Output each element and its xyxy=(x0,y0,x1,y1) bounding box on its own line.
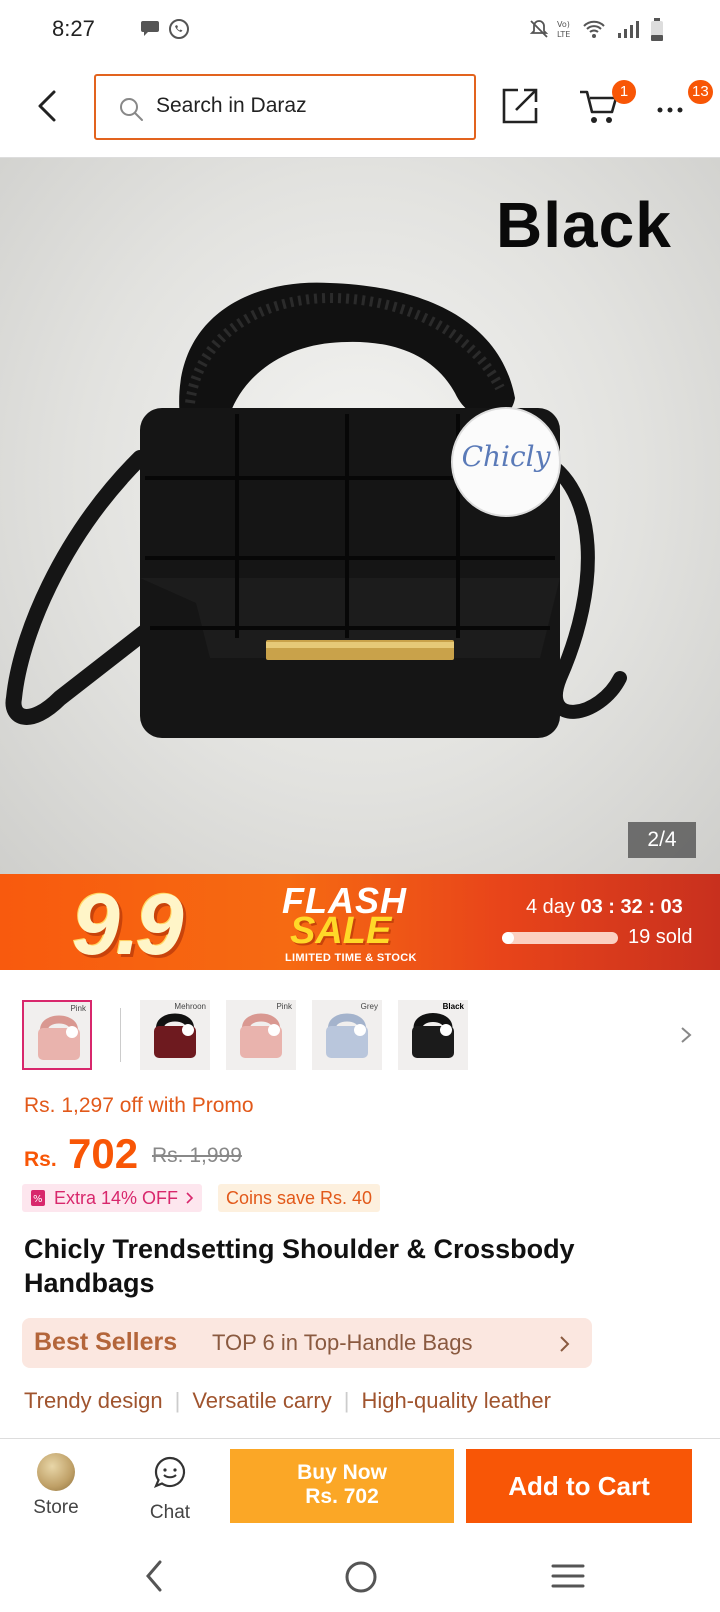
system-back-icon[interactable] xyxy=(140,1558,170,1594)
thumbnail-label: Grey xyxy=(360,1002,378,1011)
current-price: 702 xyxy=(68,1130,139,1177)
feature-separator: | xyxy=(174,1388,181,1413)
status-bar: 8:27 Vo) LTE xyxy=(0,0,720,58)
flash-sale-banner[interactable]: 9.9 FLASH SALE LIMITED TIME & STOCK 4 da… xyxy=(0,874,720,970)
thumbnail-label: Pink xyxy=(70,1004,86,1013)
countdown-days: 4 day xyxy=(526,896,575,918)
chat-label: Chat xyxy=(149,1502,191,1523)
thumbnail-pink[interactable]: Pink xyxy=(226,1000,296,1070)
price-currency: Rs. xyxy=(24,1148,57,1171)
product-image-carousel[interactable]: Black Chicly 2/4 xyxy=(0,158,720,874)
store-button[interactable]: Store xyxy=(20,1453,92,1533)
sold-progress-bar xyxy=(502,932,618,944)
thumbnail-label: Black xyxy=(442,1002,464,1011)
thumbnail-mehroon[interactable]: Mehroon xyxy=(140,1000,210,1070)
mute-icon xyxy=(529,20,549,38)
search-placeholder: Search in Daraz xyxy=(156,94,307,117)
wifi-icon xyxy=(583,20,605,38)
best-sellers-label: Best Sellers xyxy=(34,1328,178,1356)
flash-sale-title-2: SALE xyxy=(290,910,392,952)
svg-text:LTE: LTE xyxy=(557,30,570,39)
handbag-image xyxy=(5,282,627,738)
extra-discount-label: Extra 14% OFF xyxy=(54,1188,179,1208)
feature-highlights: Trendy design | Versatile carry | High-quali… xyxy=(24,1388,551,1414)
original-price: Rs. 1,999 xyxy=(152,1144,242,1167)
signal-icon xyxy=(618,21,639,38)
system-menu-icon[interactable] xyxy=(550,1562,586,1590)
extra-discount-tag[interactable]: % Extra 14% OFF xyxy=(22,1184,203,1212)
chat-button[interactable]: Chat xyxy=(134,1453,206,1533)
store-logo xyxy=(37,1453,75,1491)
chat-icon xyxy=(153,1456,186,1489)
back-arrow-icon[interactable] xyxy=(30,86,66,126)
chevron-right-icon xyxy=(186,1192,194,1204)
feature-item: Trendy design xyxy=(24,1388,163,1413)
thumbnail-grey[interactable]: Grey xyxy=(312,1000,382,1070)
flash-sale-subtitle: LIMITED TIME & STOCK xyxy=(285,952,417,964)
best-sellers-bar[interactable]: Best Sellers TOP 6 in Top-Handle Bags xyxy=(22,1318,592,1368)
promo-discount-text: Rs. 1,297 off with Promo xyxy=(24,1094,254,1117)
top-navigation: Search in Daraz 1 13 xyxy=(0,58,720,158)
bottom-action-bar: Store Chat Buy Now Rs. 702 Add to Cart xyxy=(0,1438,720,1540)
thumbnail-label: Pink xyxy=(276,1002,292,1011)
cart-count-badge: 1 xyxy=(612,80,636,104)
best-sellers-rank: TOP 6 in Top-Handle Bags xyxy=(212,1330,473,1355)
feature-item: High-quality leather xyxy=(361,1388,551,1413)
feature-item: Versatile carry xyxy=(192,1388,332,1413)
sold-progress-fill xyxy=(502,932,514,944)
search-icon xyxy=(120,98,143,121)
notification-count-badge: 13 xyxy=(688,80,713,104)
brand-tag: Chicly xyxy=(461,440,551,473)
buy-now-price: Rs. 702 xyxy=(305,1485,379,1508)
status-time: 8:27 xyxy=(52,16,95,41)
countdown-time: 03 : 32 : 03 xyxy=(580,896,683,918)
store-label: Store xyxy=(33,1497,79,1518)
whatsapp-icon xyxy=(169,19,189,39)
chevron-right-icon xyxy=(560,1336,570,1352)
thumbnail-label: Mehroon xyxy=(174,1002,206,1011)
svg-text:%: % xyxy=(33,1194,43,1205)
thumbnail-pink-selected[interactable]: Pink xyxy=(22,1000,92,1070)
voucher-icon: % xyxy=(31,1190,45,1206)
product-title: Chicly Trendsetting Shoulder & Crossbody… xyxy=(24,1234,575,1298)
svg-text:Vo): Vo) xyxy=(557,20,570,29)
campaign-logo: 9.9 xyxy=(72,877,184,970)
volte-icon: Vo) LTE xyxy=(557,20,570,39)
search-input[interactable]: Search in Daraz xyxy=(94,74,476,140)
thumbnail-divider xyxy=(120,1008,121,1062)
system-home-icon[interactable] xyxy=(344,1560,378,1594)
buy-now-button[interactable]: Buy Now Rs. 702 xyxy=(230,1449,454,1523)
more-options-icon[interactable] xyxy=(654,88,690,124)
thumbnail-black[interactable]: Black xyxy=(398,1000,468,1070)
feature-separator: | xyxy=(343,1388,350,1413)
image-counter: 2/4 xyxy=(628,822,696,858)
add-to-cart-button[interactable]: Add to Cart xyxy=(466,1449,692,1523)
variant-thumbnails: Pink Mehroon Pink Grey Black xyxy=(0,996,720,1072)
system-navigation-bar xyxy=(0,1540,720,1612)
chevron-right-icon[interactable] xyxy=(676,1020,696,1050)
battery-icon xyxy=(651,18,663,41)
sold-count: 19 sold xyxy=(628,926,693,948)
buy-now-label: Buy Now xyxy=(297,1461,387,1484)
countdown-timer: 4 day 03 : 32 : 03 xyxy=(526,896,683,919)
share-icon[interactable] xyxy=(500,84,542,126)
message-notification-icon xyxy=(141,21,159,36)
coins-tag: Coins save Rs. 40 xyxy=(218,1184,381,1212)
